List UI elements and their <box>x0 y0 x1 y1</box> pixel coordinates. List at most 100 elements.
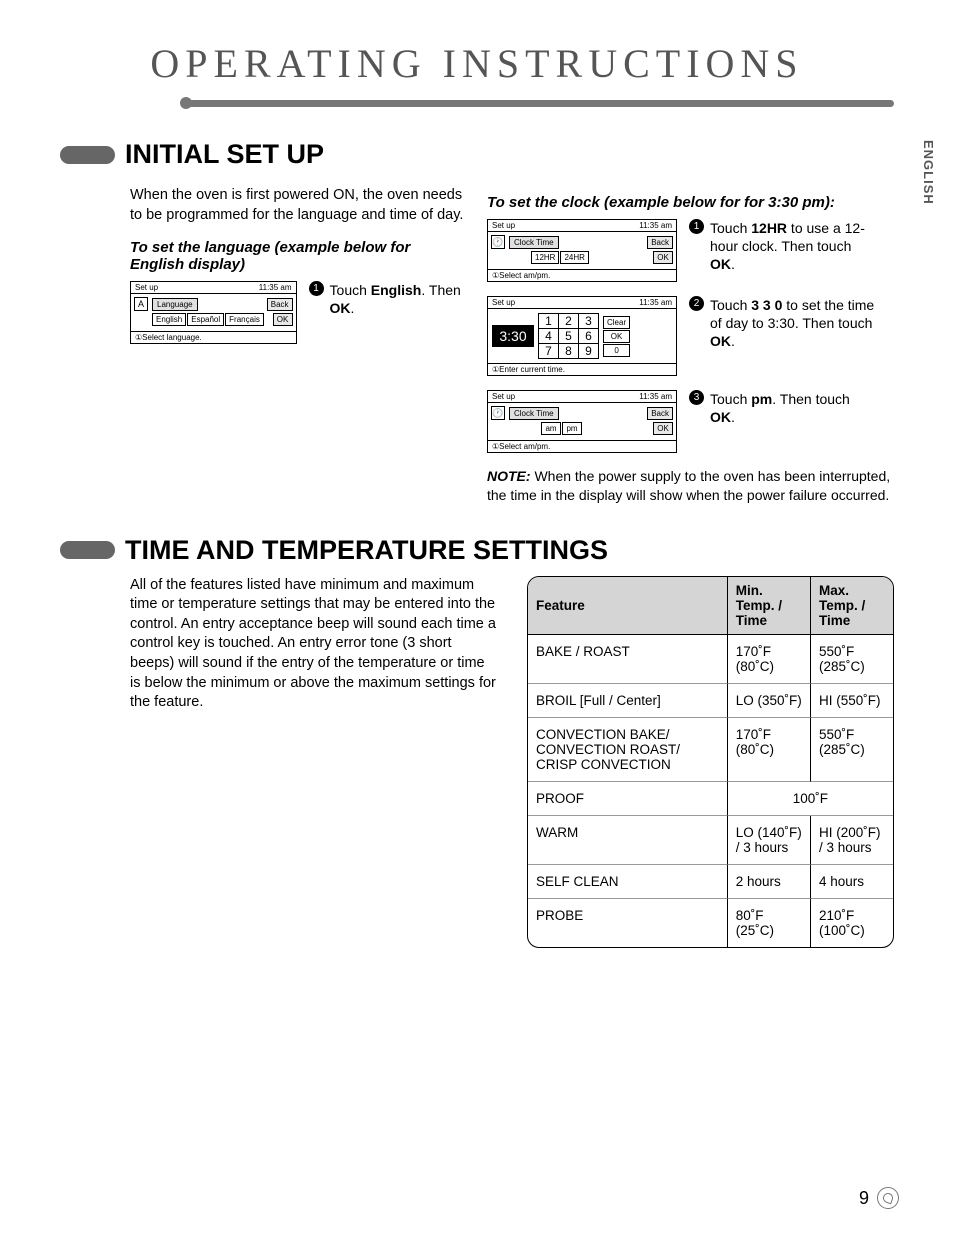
screen-time: 11:35 am <box>639 298 672 307</box>
cell-min: 170˚F (80˚C) <box>728 718 811 782</box>
section2-body: All of the features listed have minimum … <box>60 576 497 948</box>
screen-title: Set up <box>492 392 515 401</box>
ok-button[interactable]: OK <box>273 313 293 326</box>
cell-feature: BAKE / ROAST <box>528 635 728 684</box>
table-row: BAKE / ROAST170˚F (80˚C)550˚F (285˚C) <box>528 635 893 684</box>
th-min: Min. Temp. / Time <box>728 577 811 635</box>
step-number: 3 <box>689 390 704 405</box>
section-title: TIME AND TEMPERATURE SETTINGS <box>125 535 608 566</box>
screen-footer: ①Select am/pm. <box>492 442 550 451</box>
lang-francais-button[interactable]: Français <box>225 313 264 326</box>
language-tab: ENGLISH <box>921 140 936 205</box>
cell-feature: PROBE <box>528 899 728 947</box>
cell-min: 2 hours <box>728 865 811 899</box>
screen-time: 11:35 am <box>259 283 292 292</box>
table-row: BROIL [Full / Center]LO (350˚F)HI (550˚F… <box>528 684 893 718</box>
language-icon: A <box>134 297 148 311</box>
step-text: Touch 3 3 0 to set the time of day to 3:… <box>710 296 875 351</box>
time-display: 3:30 <box>492 325 534 347</box>
key-8[interactable]: 8 <box>559 344 579 359</box>
cell-min: LO (140˚F) / 3 hours <box>728 816 811 865</box>
step-number: 1 <box>309 281 324 296</box>
screen-footer: ①Select language. <box>135 333 202 342</box>
am-button[interactable]: am <box>541 422 561 435</box>
title-rule <box>180 97 894 109</box>
key-3[interactable]: 3 <box>579 314 599 329</box>
cell-feature: CONVECTION BAKE/ CONVECTION ROAST/ CRISP… <box>528 718 728 782</box>
screen-clock-12hr: Set up11:35 am 🕐Clock TimeBack 12HR24HRO… <box>487 219 677 282</box>
pm-button[interactable]: pm <box>562 422 582 435</box>
key-9[interactable]: 9 <box>579 344 599 359</box>
cell-feature: BROIL [Full / Center] <box>528 684 728 718</box>
section-title: INITIAL SET UP <box>125 139 324 170</box>
step-number: 1 <box>689 219 704 234</box>
step-text: Touch English. Then OK. <box>330 281 467 317</box>
table-row: CONVECTION BAKE/ CONVECTION ROAST/ CRISP… <box>528 718 893 782</box>
screen-label: Language <box>152 298 198 311</box>
clear-button[interactable]: Clear <box>603 316 630 329</box>
cell-max: 550˚F (285˚C) <box>811 635 893 684</box>
note-text: NOTE: When the power supply to the oven … <box>487 467 894 505</box>
back-button[interactable]: Back <box>647 236 673 249</box>
screen-label: Clock Time <box>509 236 559 249</box>
cell-max: 550˚F (285˚C) <box>811 718 893 782</box>
step-number: 2 <box>689 296 704 311</box>
cell-max: 210˚F (100˚C) <box>811 899 893 947</box>
cell-feature: PROOF <box>528 782 728 816</box>
page-title: OPERATING INSTRUCTIONS <box>60 40 894 87</box>
screen-keypad: Set up 11:35 am 3:30 123 456 789 Clear OK… <box>487 296 677 376</box>
back-button[interactable]: Back <box>267 298 293 311</box>
key-5[interactable]: 5 <box>559 329 579 344</box>
key-7[interactable]: 7 <box>539 344 559 359</box>
lang-espanol-button[interactable]: Español <box>187 313 224 326</box>
lang-english-button[interactable]: English <box>152 313 186 326</box>
screen-label: Clock Time <box>509 407 559 420</box>
back-button[interactable]: Back <box>647 407 673 420</box>
screen-title: Set up <box>492 221 515 230</box>
12hr-button[interactable]: 12HR <box>531 251 559 264</box>
cell-feature: WARM <box>528 816 728 865</box>
screen-time: 11:35 am <box>639 221 672 230</box>
screen-title: Set up <box>492 298 515 307</box>
cell-span: 100˚F <box>728 782 893 816</box>
screen-footer: ①Enter current time. <box>492 365 565 374</box>
section-head-time-temp: TIME AND TEMPERATURE SETTINGS <box>60 535 894 566</box>
ok-button[interactable]: OK <box>603 330 630 343</box>
cell-max: HI (550˚F) <box>811 684 893 718</box>
section-bullet <box>60 541 115 559</box>
table-row: PROOF100˚F <box>528 782 893 816</box>
key-4[interactable]: 4 <box>539 329 559 344</box>
ok-button[interactable]: OK <box>653 251 673 264</box>
subhead-clock: To set the clock (example below for for … <box>487 194 894 211</box>
section-bullet <box>60 146 115 164</box>
screen-language: Set up 11:35 am A Language Back English Es… <box>130 281 297 344</box>
screen-time: 11:35 am <box>639 392 672 401</box>
table-row: WARMLO (140˚F) / 3 hoursHI (200˚F) / 3 h… <box>528 816 893 865</box>
table-row: PROBE80˚F (25˚C)210˚F (100˚C) <box>528 899 893 947</box>
subhead-language: To set the language (example below for E… <box>130 239 467 273</box>
key-6[interactable]: 6 <box>579 329 599 344</box>
intro-text: When the oven is first powered ON, the o… <box>130 186 467 225</box>
table-row: SELF CLEAN2 hours4 hours <box>528 865 893 899</box>
screen-ampm: Set up11:35 am 🕐Clock TimeBack ampmOK ①S… <box>487 390 677 453</box>
key-1[interactable]: 1 <box>539 314 559 329</box>
cell-min: LO (350˚F) <box>728 684 811 718</box>
step-text: Touch pm. Then touch OK. <box>710 390 875 426</box>
cell-max: HI (200˚F) / 3 hours <box>811 816 893 865</box>
th-feature: Feature <box>528 577 728 635</box>
page-number: 9 <box>859 1188 869 1209</box>
lg-logo-icon <box>877 1187 899 1209</box>
cell-min: 80˚F (25˚C) <box>728 899 811 947</box>
cell-min: 170˚F (80˚C) <box>728 635 811 684</box>
cell-max: 4 hours <box>811 865 893 899</box>
key-2[interactable]: 2 <box>559 314 579 329</box>
keypad[interactable]: 123 456 789 <box>538 313 599 359</box>
key-0[interactable]: 0 <box>603 344 630 357</box>
th-max: Max. Temp. / Time <box>811 577 893 635</box>
screen-title: Set up <box>135 283 158 292</box>
section-head-initial-setup: INITIAL SET UP <box>60 139 894 170</box>
ok-button[interactable]: OK <box>653 422 673 435</box>
cell-feature: SELF CLEAN <box>528 865 728 899</box>
screen-footer: ①Select am/pm. <box>492 271 550 280</box>
24hr-button[interactable]: 24HR <box>560 251 588 264</box>
